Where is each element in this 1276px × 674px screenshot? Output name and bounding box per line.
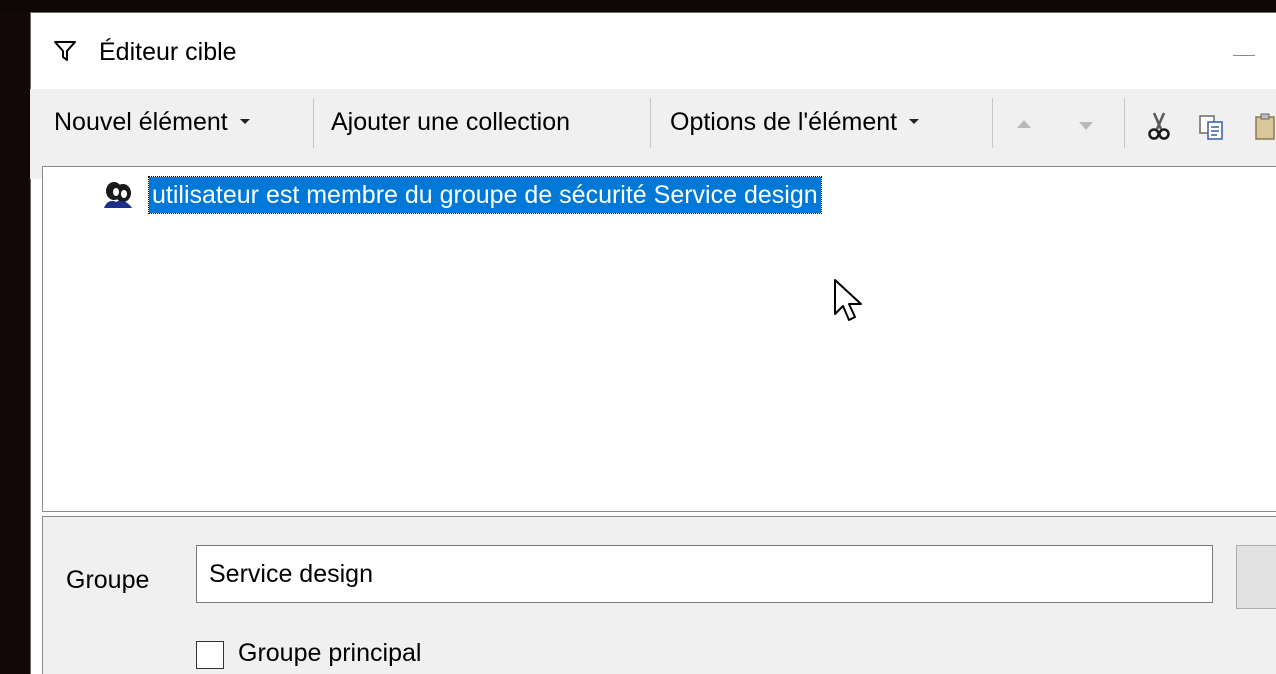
- add-collection-label: Ajouter une collection: [331, 108, 571, 136]
- scissors-icon[interactable]: [1146, 111, 1172, 143]
- chevron-down-icon: [239, 118, 250, 124]
- minimize-button[interactable]: [1229, 33, 1269, 73]
- item-options-dropdown[interactable]: Options de l'élément: [670, 107, 920, 137]
- group-input[interactable]: Service design: [196, 545, 1213, 603]
- copy-icon[interactable]: [1198, 113, 1226, 141]
- toolbar-separator: [313, 98, 314, 148]
- toolbar-separator: [992, 98, 993, 148]
- new-item-label: Nouvel élément: [54, 108, 228, 136]
- targeting-tree: utilisateur est membre du groupe de sécu…: [42, 166, 1276, 512]
- primary-group-label: Groupe principal: [238, 639, 422, 667]
- arrow-up-icon[interactable]: [1012, 113, 1036, 137]
- add-collection-button[interactable]: Ajouter une collection: [331, 107, 570, 137]
- background-strip: [0, 0, 30, 674]
- window-title: Éditeur cible: [99, 38, 237, 66]
- users-group-icon: [104, 182, 132, 208]
- item-options-label: Options de l'élément: [670, 108, 898, 136]
- chevron-down-icon: [909, 118, 920, 124]
- primary-group-checkbox[interactable]: [196, 641, 224, 669]
- desktop-background: Éditeur cible Nouvel élément Ajouter une…: [0, 0, 1276, 674]
- arrow-down-icon[interactable]: [1074, 113, 1098, 137]
- mouse-cursor-icon: [834, 279, 862, 321]
- toolbar-separator: [1124, 98, 1125, 148]
- background-top: [0, 0, 1276, 12]
- title-bar: Éditeur cible: [31, 13, 1276, 89]
- browse-button[interactable]: [1236, 545, 1276, 609]
- filter-icon: [54, 41, 76, 61]
- toolbar-separator: [650, 98, 651, 148]
- group-label: Groupe: [66, 566, 150, 594]
- paste-icon[interactable]: [1254, 113, 1276, 141]
- new-item-dropdown[interactable]: Nouvel élément: [54, 107, 250, 137]
- tree-item-label: utilisateur est membre du groupe de sécu…: [148, 176, 822, 214]
